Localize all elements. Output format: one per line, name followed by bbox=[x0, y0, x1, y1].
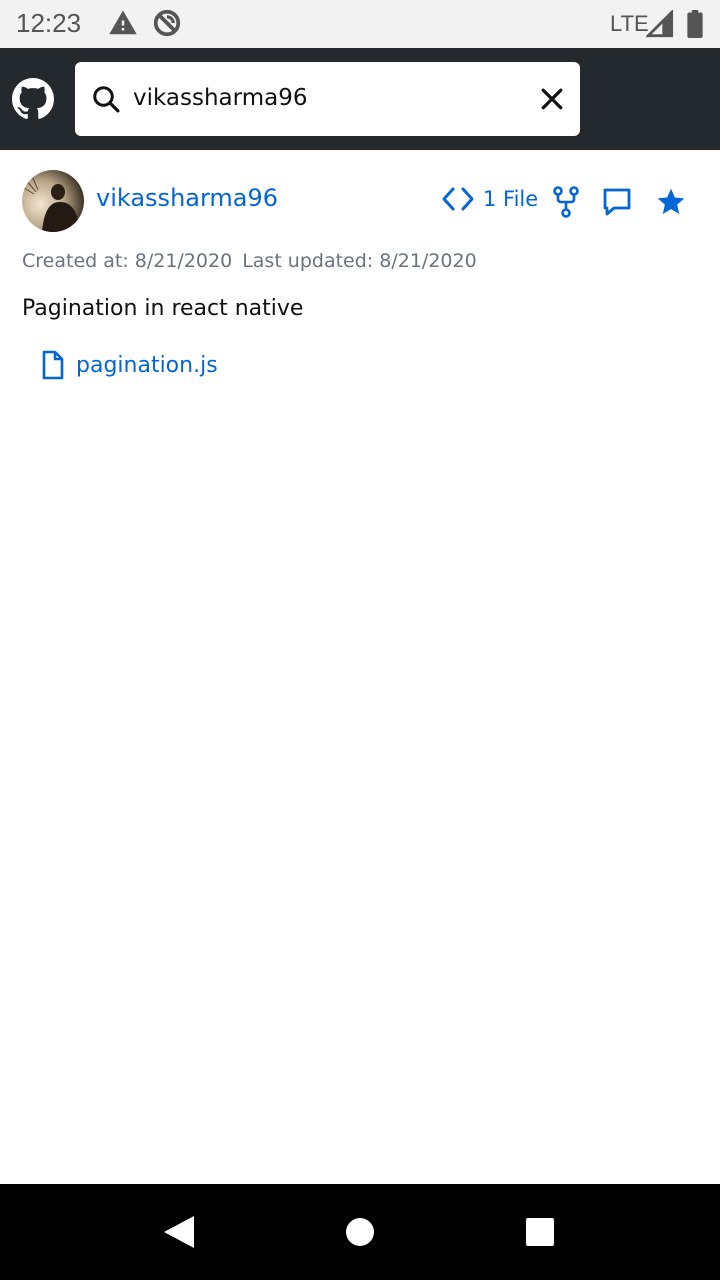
star-icon[interactable] bbox=[655, 186, 687, 218]
back-icon[interactable] bbox=[162, 1214, 196, 1250]
search-icon bbox=[93, 86, 120, 113]
owner-username[interactable]: vikassharma96 bbox=[96, 184, 278, 212]
gist-description: Pagination in react native bbox=[22, 296, 304, 321]
fork-icon[interactable] bbox=[552, 186, 580, 218]
warning-icon bbox=[109, 10, 137, 35]
file-icon bbox=[42, 350, 64, 380]
system-nav-bar bbox=[0, 1184, 720, 1280]
network-type: LTE bbox=[610, 11, 649, 36]
sync-disabled-icon bbox=[153, 9, 181, 37]
close-icon[interactable] bbox=[537, 84, 567, 114]
files-count[interactable]: 1 File bbox=[441, 186, 538, 212]
files-count-label: 1 File bbox=[483, 187, 539, 211]
comment-icon[interactable] bbox=[602, 187, 632, 217]
recent-apps-icon[interactable] bbox=[524, 1216, 556, 1248]
gist-dates: Created at: 8/21/2020 Last updated: 8/21/… bbox=[22, 250, 477, 272]
app-header bbox=[0, 48, 720, 150]
status-bar: 12:23 LTE bbox=[0, 0, 720, 48]
signal-icon bbox=[646, 10, 674, 38]
file-item[interactable]: pagination.js bbox=[40, 350, 218, 380]
updated-date: Last updated: 8/21/2020 bbox=[242, 250, 477, 272]
search-box[interactable] bbox=[75, 62, 580, 136]
avatar[interactable] bbox=[22, 170, 84, 232]
home-icon[interactable] bbox=[344, 1216, 376, 1248]
code-icon bbox=[442, 187, 474, 211]
status-time: 12:23 bbox=[16, 8, 82, 38]
created-date: Created at: 8/21/2020 bbox=[22, 250, 233, 272]
file-name[interactable]: pagination.js bbox=[76, 353, 218, 378]
battery-icon bbox=[687, 10, 703, 38]
search-input[interactable] bbox=[133, 76, 523, 120]
github-logo[interactable] bbox=[12, 78, 54, 120]
